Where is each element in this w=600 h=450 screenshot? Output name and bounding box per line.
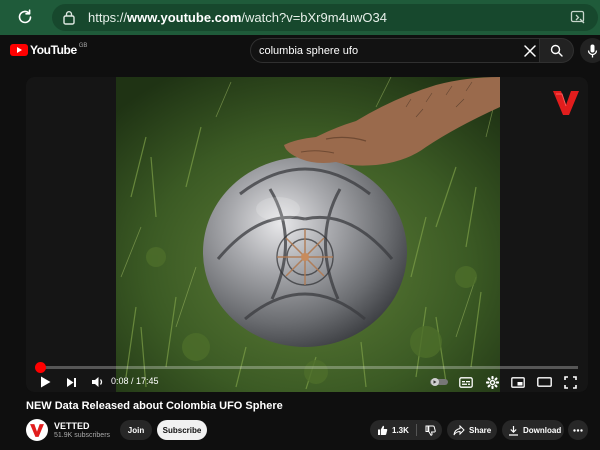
youtube-logo-icon: [10, 44, 28, 56]
channel-avatar[interactable]: [26, 419, 48, 441]
channel-avatar-logo: [30, 424, 44, 437]
settings-button[interactable]: [482, 372, 502, 392]
play-icon: [40, 376, 50, 388]
like-dislike-group: 1.3K: [370, 420, 442, 440]
dislike-button[interactable]: [418, 420, 442, 440]
subtitles-button[interactable]: [456, 372, 476, 392]
channel-watermark-logo[interactable]: [551, 87, 581, 117]
play-button[interactable]: [36, 372, 54, 392]
autoplay-toggle[interactable]: [428, 372, 450, 392]
volume-button[interactable]: [88, 372, 106, 392]
more-icon: [573, 428, 583, 432]
hand-on-sphere: [284, 77, 500, 166]
miniplayer-icon: [511, 376, 525, 388]
video-title: NEW Data Released about Colombia UFO Sph…: [26, 400, 283, 412]
progress-bar[interactable]: [35, 362, 578, 373]
search-input[interactable]: [259, 44, 509, 58]
download-button[interactable]: Download: [502, 420, 564, 440]
extension-icon[interactable]: [570, 10, 586, 25]
url-path: /watch?v=bXr9m4uwO34: [241, 10, 387, 25]
next-button[interactable]: [62, 372, 80, 392]
theater-mode-button[interactable]: [534, 372, 554, 392]
more-actions-button[interactable]: [568, 420, 588, 440]
youtube-logo-text: YouTube: [30, 43, 77, 57]
url-text[interactable]: https://www.youtube.com/watch?v=bXr9m4uw…: [88, 10, 387, 25]
time-display: 0:08 / 17:45: [111, 376, 159, 386]
like-icon: [378, 425, 388, 435]
share-button[interactable]: Share: [447, 420, 497, 440]
subscribe-button[interactable]: Subscribe: [157, 420, 207, 440]
share-label: Share: [469, 425, 492, 435]
settings-icon: [485, 375, 499, 389]
letterbox-right: [500, 77, 588, 392]
metal-sphere: [203, 157, 407, 347]
browser-toolbar: https://www.youtube.com/watch?v=bXr9m4uw…: [0, 0, 600, 35]
download-icon: [509, 425, 518, 436]
download-label: Download: [523, 425, 562, 435]
autoplay-toggle-icon: [430, 378, 448, 386]
search-icon: [550, 44, 563, 57]
subscriber-count: 51.9K subscribers: [54, 432, 111, 439]
reload-button[interactable]: [14, 6, 36, 28]
player-controls: 0:08 / 17:45: [26, 372, 588, 392]
search-box[interactable]: [250, 38, 540, 63]
reload-icon: [18, 9, 32, 24]
lock-icon[interactable]: [62, 10, 76, 25]
like-button[interactable]: 1.3K: [370, 420, 416, 440]
channel-name[interactable]: VETTED: [54, 421, 90, 431]
url-domain: www.youtube.com: [127, 10, 242, 25]
youtube-logo[interactable]: YouTube GB: [10, 41, 87, 59]
letterbox-left: [26, 77, 116, 392]
url-prefix: https://: [88, 10, 128, 25]
subtitles-icon: [459, 376, 473, 388]
address-bar[interactable]: https://www.youtube.com/watch?v=bXr9m4uw…: [52, 4, 598, 31]
video-frame[interactable]: [116, 77, 500, 392]
video-player[interactable]: 0:08 / 17:45: [26, 77, 588, 392]
join-button[interactable]: Join: [120, 420, 152, 440]
miniplayer-button[interactable]: [508, 372, 528, 392]
mic-icon: [587, 44, 598, 57]
clear-icon[interactable]: [523, 44, 537, 58]
next-icon: [66, 377, 76, 387]
fullscreen-icon: [563, 375, 577, 389]
voice-search-button[interactable]: [580, 38, 600, 63]
search-button[interactable]: [540, 38, 574, 63]
country-code: GB: [78, 43, 88, 49]
volume-icon: [91, 377, 102, 387]
theater-icon: [536, 377, 552, 387]
youtube-header: YouTube GB: [0, 35, 600, 65]
like-count: 1.3K: [392, 425, 409, 435]
like-divider: [416, 424, 417, 436]
fullscreen-button[interactable]: [560, 372, 580, 392]
share-icon: [453, 424, 465, 435]
dislike-icon: [425, 425, 436, 436]
